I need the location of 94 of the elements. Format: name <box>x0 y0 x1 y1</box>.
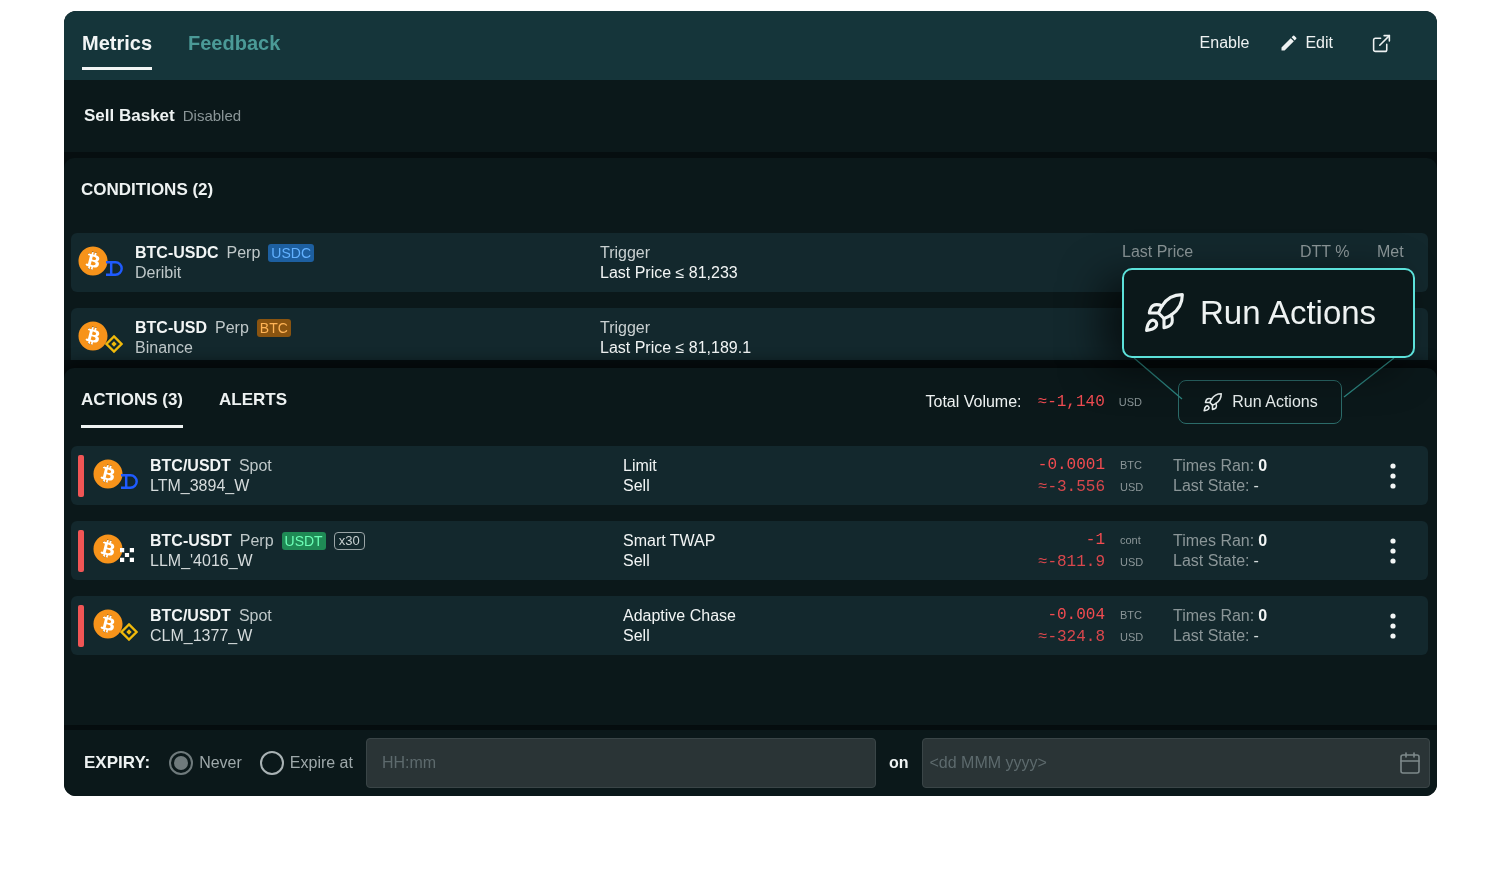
d-mark-icon <box>105 259 124 277</box>
tab[interactable]: Feedback <box>188 31 281 70</box>
calendar-icon[interactable] <box>1398 751 1422 775</box>
quantity-unit: BTC <box>1120 457 1142 473</box>
more-options-icon[interactable] <box>1390 612 1396 639</box>
total-volume-label: Total Volume: <box>925 392 1022 412</box>
basket-status: Disabled <box>182 106 242 127</box>
run-actions-button[interactable]: Run Actions <box>1178 380 1342 424</box>
expiry-label: EXPIRY: <box>84 752 151 775</box>
condition-rule: Last Price ≤ 81,233 <box>600 262 738 283</box>
column-header: Met <box>1377 242 1404 262</box>
order-type: Adaptive Chase <box>623 605 736 626</box>
notional-unit: USD <box>1120 629 1144 645</box>
checker-mark-icon <box>120 547 134 562</box>
action-name: CLM_1377_W <box>150 625 253 646</box>
bitcoin-coin-icon <box>78 245 108 276</box>
times-ran-label: Times Ran: <box>1173 605 1255 626</box>
notional-value: ≈-811.9 <box>1037 551 1105 573</box>
column-header: DTT % <box>1300 242 1351 262</box>
action-name: LLM_'4016_W <box>150 550 253 571</box>
pair-name: BTC-USDT <box>150 530 232 551</box>
order-type: Smart TWAP <box>623 530 716 551</box>
venue-name: Deribit <box>135 262 182 283</box>
quantity-unit: cont <box>1120 532 1141 548</box>
order-side: Sell <box>623 625 650 646</box>
bitcoin-coin-icon <box>78 320 108 351</box>
diamond-mark-icon <box>105 334 123 353</box>
total-volume-value: ≈-1,140 <box>1037 392 1105 413</box>
edit-button[interactable]: Edit <box>1279 31 1333 55</box>
times-ran-value: 0 <box>1258 605 1268 626</box>
total-volume-unit: USD <box>1118 394 1142 410</box>
notional-value: ≈-3.556 <box>1037 476 1105 498</box>
last-state-value: - <box>1253 475 1259 496</box>
bitcoin-coin-icon <box>93 533 123 564</box>
pair-name: BTC-USDC <box>135 242 219 263</box>
market-type: Perp <box>239 530 274 551</box>
side-indicator-bar <box>78 454 84 497</box>
diamond-mark-icon <box>120 622 138 641</box>
market-type: Perp <box>215 317 249 338</box>
pair-name: BTC-USD <box>135 317 207 338</box>
notional-value: ≈-324.8 <box>1037 626 1105 648</box>
d-mark-icon <box>120 472 139 490</box>
tab[interactable]: Metrics <box>82 31 153 70</box>
action-name: LTM_3894_W <box>150 475 250 496</box>
rocket-icon <box>1202 391 1224 413</box>
venue-name: Binance <box>135 337 193 358</box>
quantity-unit: BTC <box>1120 607 1142 623</box>
column-header: Last Price <box>1122 242 1195 262</box>
order-side: Sell <box>623 475 650 496</box>
last-state-label: Last State: <box>1173 475 1250 496</box>
side-indicator-bar <box>78 604 84 647</box>
tab[interactable]: ALERTS <box>219 388 287 428</box>
callout-label: Run Actions <box>1200 293 1377 333</box>
more-options-icon[interactable] <box>1390 462 1396 489</box>
times-ran-value: 0 <box>1258 530 1268 551</box>
conditions-title: CONDITIONS (2) <box>81 179 214 201</box>
bitcoin-coin-icon <box>93 458 123 489</box>
more-options-icon[interactable] <box>1390 537 1396 564</box>
enable-button[interactable]: Enable <box>1199 31 1250 55</box>
pair-name: BTC/USDT <box>150 605 231 626</box>
side-indicator-bar <box>78 529 84 572</box>
market-type: Spot <box>238 455 272 476</box>
leverage-tag: x30 <box>333 531 365 550</box>
times-ran-label: Times Ran: <box>1173 530 1255 551</box>
last-state-value: - <box>1253 625 1259 646</box>
market-type: Perp <box>226 242 261 263</box>
last-state-label: Last State: <box>1173 625 1250 646</box>
bitcoin-coin-icon <box>93 608 123 639</box>
notional-unit: USD <box>1120 479 1144 495</box>
order-side: Sell <box>623 550 650 571</box>
times-ran-label: Times Ran: <box>1173 455 1255 476</box>
radio-option[interactable]: Never <box>169 751 242 775</box>
currency-tag: USDT <box>281 531 326 550</box>
quantity-value: -1 <box>1085 529 1105 551</box>
radio-option[interactable]: Expire at <box>259 751 353 775</box>
condition-label: Trigger <box>600 242 651 263</box>
quantity-value: -0.0001 <box>1037 454 1105 476</box>
on-label: on <box>888 753 909 773</box>
notional-unit: USD <box>1120 554 1144 570</box>
condition-label: Trigger <box>600 317 651 338</box>
market-type: Spot <box>238 605 272 626</box>
quantity-value: -0.004 <box>1047 604 1105 626</box>
times-ran-value: 0 <box>1258 455 1268 476</box>
tab[interactable]: ACTIONS (3) <box>81 388 183 428</box>
last-state-label: Last State: <box>1173 550 1250 571</box>
rocket-icon <box>1142 291 1186 335</box>
basket-name: Sell Basket <box>84 105 175 128</box>
order-type: Limit <box>623 455 657 476</box>
pair-name: BTC/USDT <box>150 455 231 476</box>
condition-rule: Last Price ≤ 81,189.1 <box>600 337 752 358</box>
currency-tag: BTC <box>256 318 291 337</box>
currency-tag: USDC <box>268 243 314 262</box>
last-state-value: - <box>1253 550 1259 571</box>
external-link-icon[interactable] <box>1371 32 1392 54</box>
